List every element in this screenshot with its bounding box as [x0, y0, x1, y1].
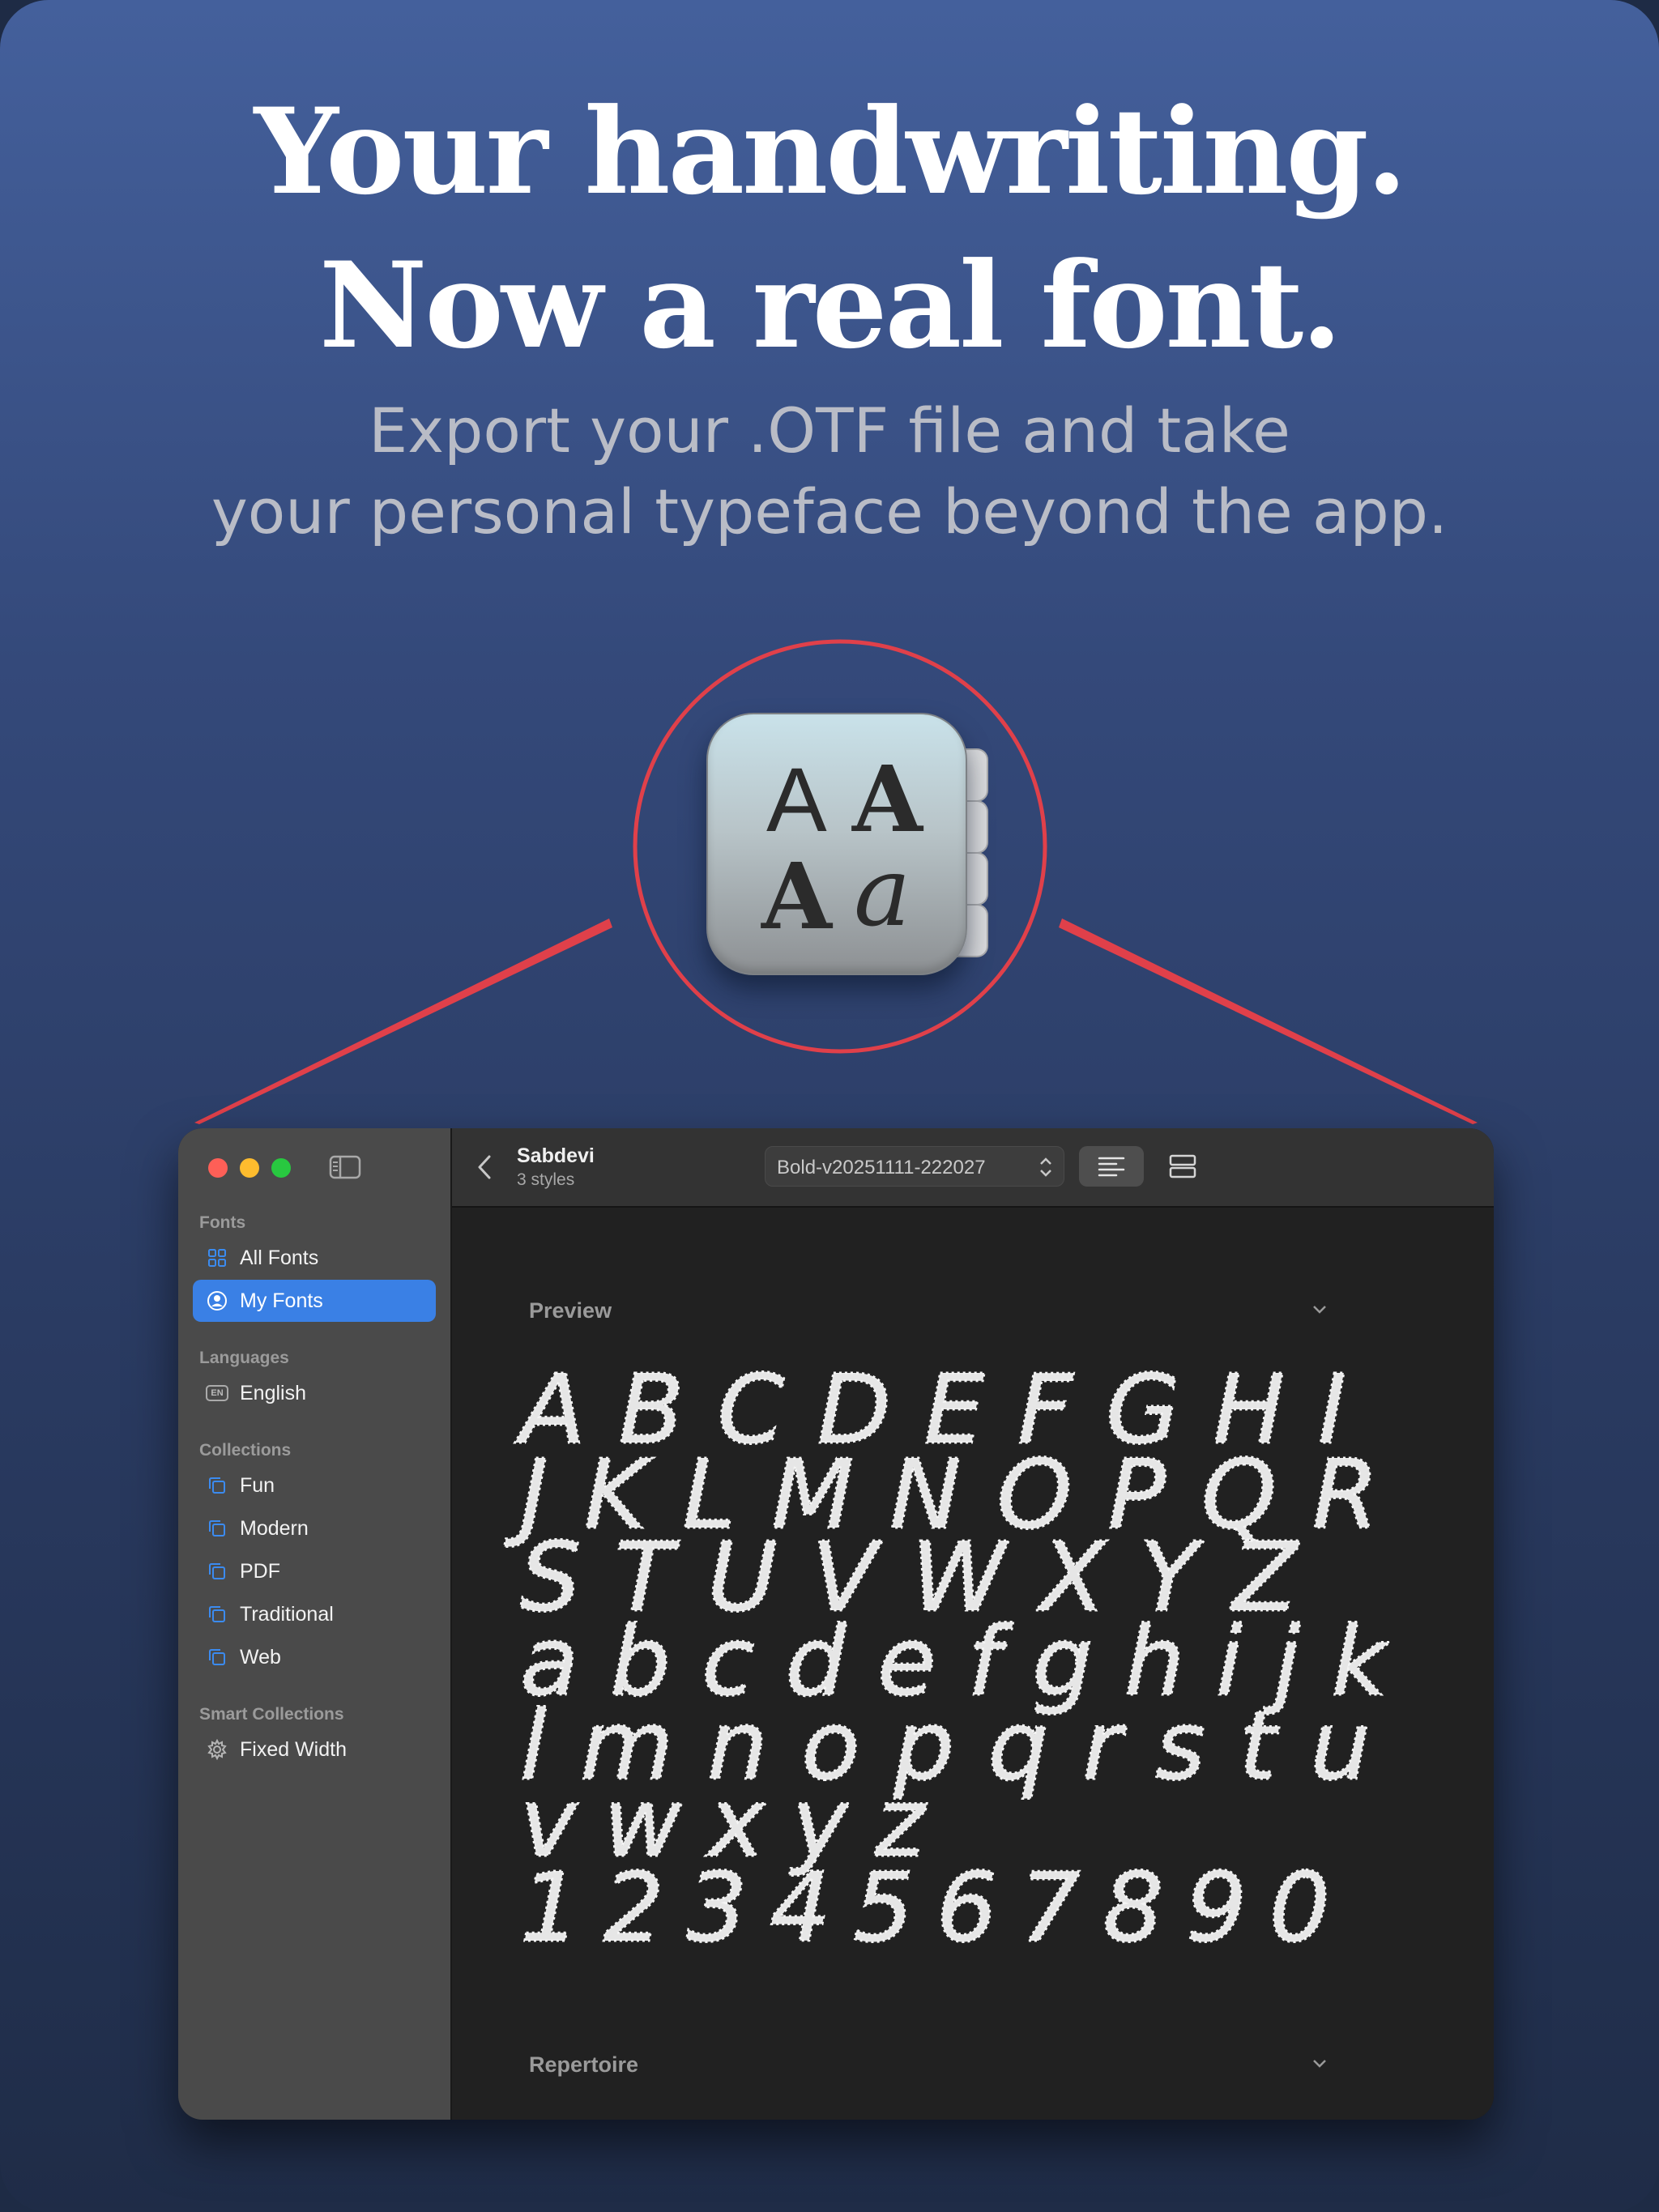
sidebar-item-label: English [240, 1381, 306, 1404]
sidebar-item-label: All Fonts [240, 1246, 319, 1269]
sidebar-item-pdf[interactable]: PDF [193, 1550, 436, 1592]
app-icon-glyph: A [852, 747, 923, 853]
collection-icon [206, 1646, 228, 1669]
callout-right-stroke [1059, 918, 1478, 1124]
app-icon-glyph: A [761, 844, 832, 950]
app-icon-glyph: A [766, 749, 827, 850]
collection-icon [206, 1474, 228, 1497]
sidebar-section-fonts: Fonts [199, 1213, 246, 1232]
style-select-value: Bold-v20251111-222027 [777, 1157, 986, 1178]
sidebar: Fonts All Fonts My Fonts Languages EN En… [178, 1128, 452, 2120]
collection-icon [206, 1560, 228, 1583]
sidebar-item-label: Modern [240, 1516, 309, 1540]
gear-icon [206, 1738, 228, 1761]
preview-line: 1 2 3 4 5 6 7 8 9 0 [520, 1852, 1330, 1963]
text-view-button[interactable] [1079, 1146, 1144, 1187]
toolbar: Sabdevi 3 styles Bold-v20251111-222027 [452, 1128, 1494, 1208]
en-badge: EN [206, 1385, 228, 1401]
sidebar-toggle-icon[interactable] [329, 1155, 361, 1179]
promo-card: Your handwriting. Now a real font. Expor… [0, 0, 1659, 2212]
app-icon-glyph: a [854, 836, 911, 948]
grid-view-button[interactable] [1150, 1146, 1215, 1187]
sidebar-item-modern[interactable]: Modern [193, 1507, 436, 1549]
person-circle-icon [206, 1289, 228, 1312]
grid-icon [206, 1247, 228, 1269]
sidebar-item-label: Traditional [240, 1602, 334, 1626]
font-family-style-count: 3 styles [517, 1170, 575, 1189]
sidebar-item-fun[interactable]: Fun [193, 1464, 436, 1507]
chevron-down-icon[interactable] [1311, 2057, 1328, 2070]
back-chevron-icon[interactable] [475, 1153, 494, 1182]
font-family-name: Sabdevi [517, 1144, 595, 1167]
app-icon-body: A A A a [706, 713, 967, 975]
highlight-callout [194, 639, 1478, 1124]
sidebar-item-label: Web [240, 1645, 281, 1669]
handwriting-preview: A B C D E F G H I J K L M N O P Q R S T … [503, 1353, 1392, 1965]
minimize-window-button[interactable] [240, 1158, 259, 1178]
callout-left-stroke [194, 918, 612, 1124]
collection-icon [206, 1517, 228, 1540]
font-book-icon: A A A a [706, 713, 988, 980]
sidebar-item-my-fonts[interactable]: My Fonts [193, 1280, 436, 1322]
font-preview-pane: Preview A B C D E F G H I J K L M N O P … [452, 1208, 1494, 2120]
sidebar-item-label: Fun [240, 1473, 275, 1497]
sidebar-section-collections: Collections [199, 1441, 292, 1460]
sidebar-item-english[interactable]: EN English [193, 1372, 436, 1414]
text-align-icon [1098, 1157, 1125, 1177]
repertoire-section-header[interactable]: Repertoire [529, 2052, 638, 2078]
sidebar-item-all-fonts[interactable]: All Fonts [193, 1237, 436, 1279]
sidebar-item-label: PDF [240, 1559, 280, 1583]
sidebar-section-smart-collections: Smart Collections [199, 1705, 344, 1724]
zoom-window-button[interactable] [271, 1158, 291, 1178]
sidebar-item-fixed-width[interactable]: Fixed Width [193, 1728, 436, 1771]
style-select[interactable]: Bold-v20251111-222027 [765, 1146, 1064, 1187]
close-window-button[interactable] [208, 1158, 228, 1178]
sidebar-item-label: Fixed Width [240, 1737, 347, 1761]
chevron-up-down-icon [1040, 1157, 1051, 1177]
font-book-window: Fonts All Fonts My Fonts Languages EN En… [178, 1128, 1494, 2120]
rows-icon [1169, 1154, 1196, 1178]
collection-icon [206, 1603, 228, 1626]
en-badge-icon: EN [206, 1382, 228, 1404]
sidebar-item-web[interactable]: Web [193, 1636, 436, 1678]
sidebar-section-languages: Languages [199, 1349, 289, 1367]
sidebar-item-traditional[interactable]: Traditional [193, 1593, 436, 1635]
sidebar-item-label: My Fonts [240, 1289, 323, 1312]
